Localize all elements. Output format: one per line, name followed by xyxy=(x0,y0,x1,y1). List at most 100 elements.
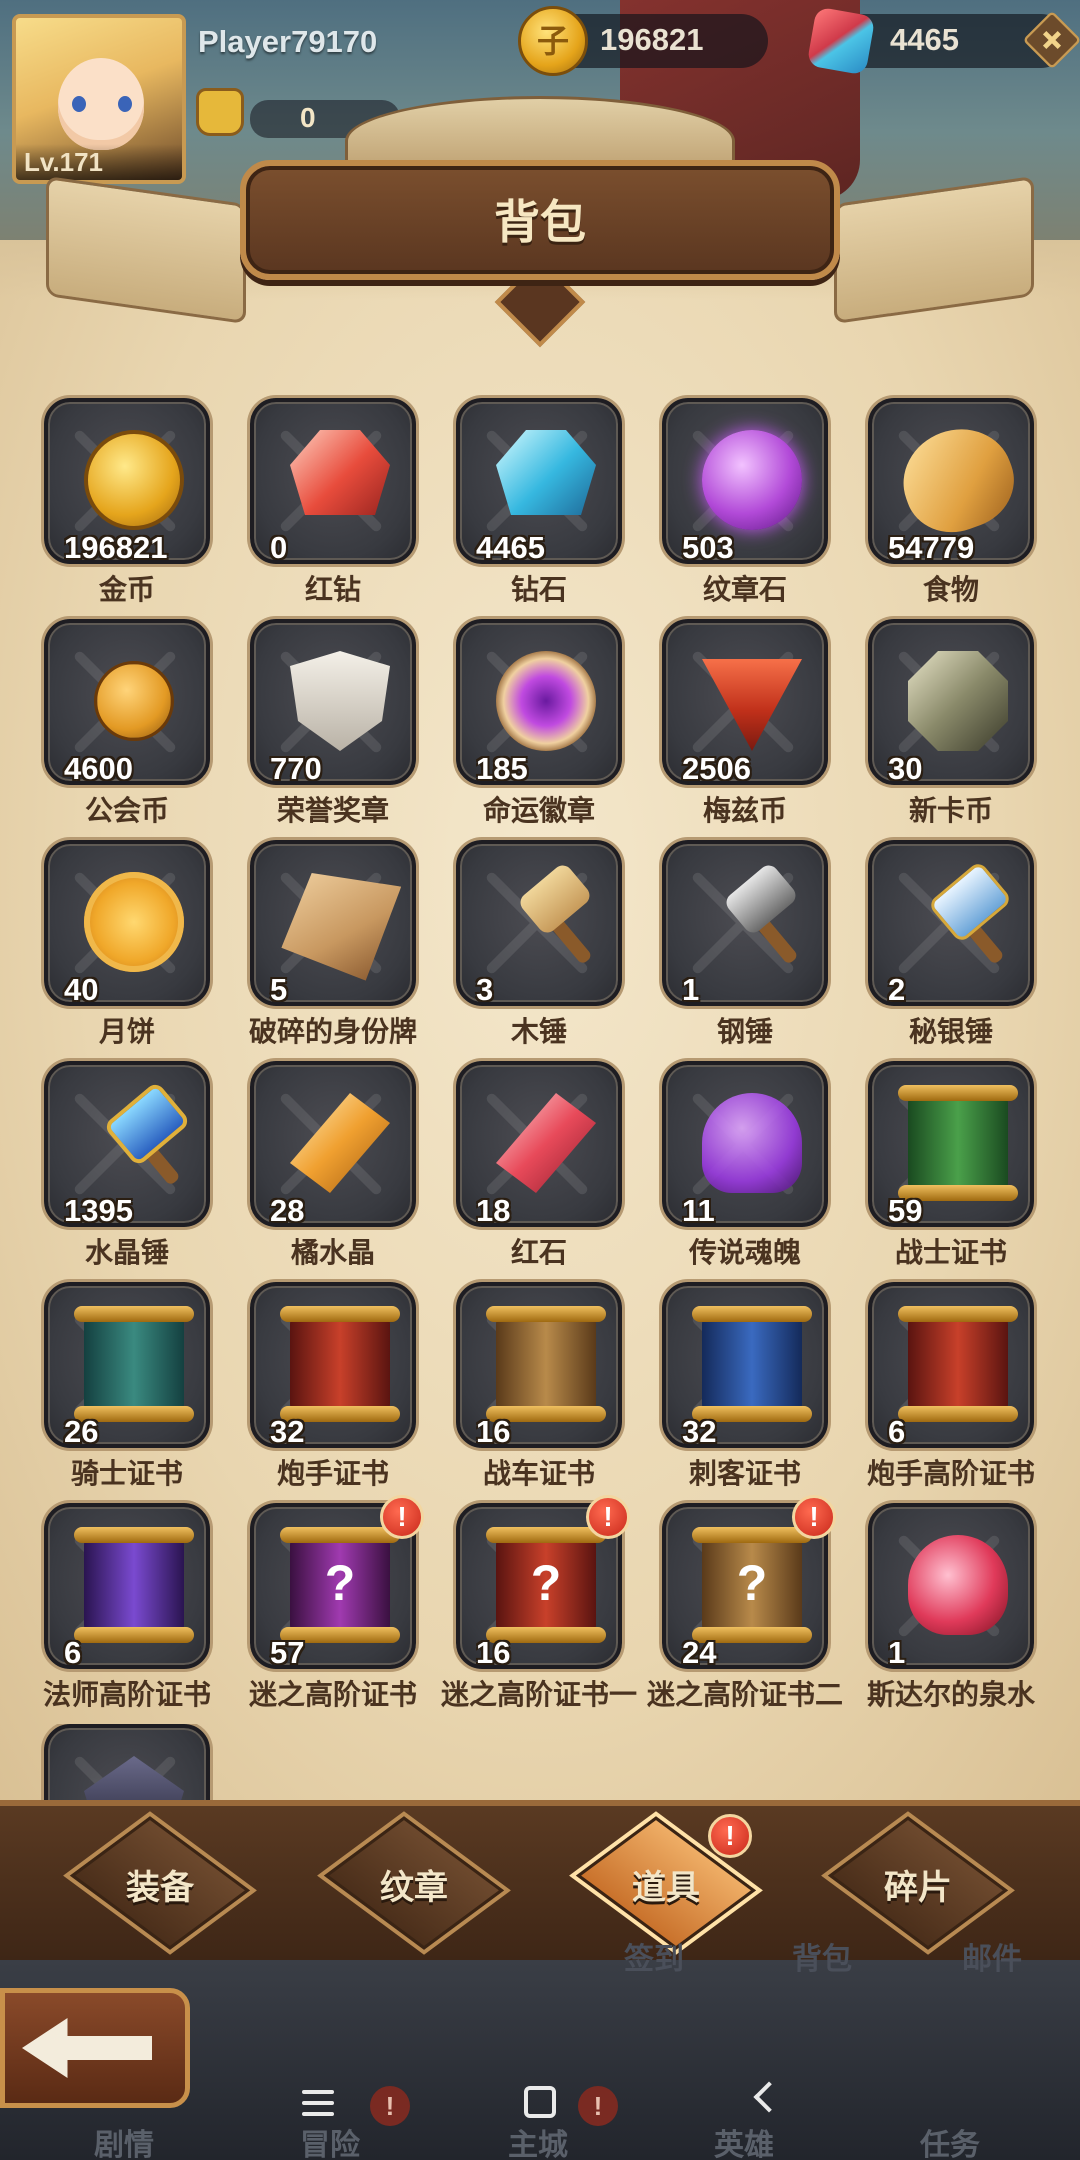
item-count: 16 xyxy=(476,1635,511,1669)
sub-menu-bag[interactable]: 背包 xyxy=(792,1934,852,1978)
item-slot: 196821 xyxy=(44,398,210,564)
inventory-item[interactable]: 185 命运徽章 xyxy=(446,619,652,826)
system-menu-icon[interactable] xyxy=(302,2090,334,2116)
tab-equipment[interactable]: 装备 xyxy=(50,1811,270,1955)
inventory-item[interactable]: 59 战士证书 xyxy=(858,1061,1064,1268)
item-count: 57 xyxy=(270,1635,305,1669)
inventory-item[interactable]: 28 橘水晶 xyxy=(240,1061,446,1268)
player-name: Player79170 xyxy=(198,24,378,59)
item-slot: 11 xyxy=(662,1061,828,1227)
item-count: 0 xyxy=(270,530,288,564)
item-count: 16 xyxy=(476,1414,511,1448)
avatar-eyes xyxy=(72,96,132,112)
inventory-item[interactable]: 503 纹章石 xyxy=(652,398,858,605)
inventory-item[interactable]: 6 炮手高阶证书 xyxy=(858,1282,1064,1489)
inventory-item[interactable]: 6 法师高阶证书 xyxy=(34,1503,240,1710)
inventory-item[interactable]: 3 木锤 xyxy=(446,840,652,1047)
rarity-corner xyxy=(992,522,1030,560)
inventory-item[interactable]: 5 破碎的身份牌 xyxy=(240,840,446,1047)
item-slot: 770 xyxy=(250,619,416,785)
inventory-item[interactable]: 40 月饼 xyxy=(34,840,240,1047)
item-slot: 59 xyxy=(868,1061,1034,1227)
player-avatar[interactable]: Lv.171 xyxy=(12,14,186,184)
item-count: 770 xyxy=(270,751,322,785)
tab-emblem[interactable]: 纹章 xyxy=(304,1811,524,1955)
item-name: 法师高阶证书 xyxy=(42,1679,211,1710)
item-name: 钻石 xyxy=(510,574,567,605)
tab-label: 碎片 xyxy=(884,1869,952,1907)
item-slot: 5 xyxy=(250,840,416,1006)
item-slot: 16 xyxy=(456,1282,622,1448)
sub-menu-signin[interactable]: 签到 xyxy=(624,1934,684,1978)
inventory-item[interactable]: 2506 梅兹币 xyxy=(652,619,858,826)
gold-coin-icon xyxy=(84,430,184,530)
inventory-item[interactable]: 11 传说魂魄 xyxy=(652,1061,858,1268)
gunner-cert-icon xyxy=(280,1306,400,1422)
inventory-item[interactable]: 26 骑士证书 xyxy=(34,1282,240,1489)
tab-label: 纹章 xyxy=(380,1869,448,1907)
rarity-corner xyxy=(786,1627,824,1665)
inventory-item[interactable]: 32 炮手证书 xyxy=(240,1282,446,1489)
rarity-corner xyxy=(992,1627,1030,1665)
chariot-cert-icon xyxy=(486,1306,606,1422)
item-name: 新卡币 xyxy=(908,795,993,826)
item-alert-badge: ! xyxy=(380,1495,424,1539)
inventory-item[interactable]: 1 斯达尔的泉水 xyxy=(858,1503,1064,1710)
system-home-icon[interactable] xyxy=(524,2086,556,2118)
question-mark-icon: ? xyxy=(324,1555,356,1611)
inventory-item[interactable]: ? 16 迷之高阶证书一! xyxy=(441,1495,652,1710)
inventory-item[interactable]: 30 新卡币 xyxy=(858,619,1064,826)
item-name: 破碎的身份牌 xyxy=(248,1016,417,1047)
inventory-item[interactable]: 54779 食物 xyxy=(858,398,1064,605)
item-name: 命运徽章 xyxy=(482,795,595,826)
item-slot: 1 xyxy=(868,1503,1034,1669)
item-slot: 1395 xyxy=(44,1061,210,1227)
rarity-corner xyxy=(992,1185,1030,1223)
inventory-item[interactable]: 196821 金币 xyxy=(34,398,240,605)
inventory-item[interactable]: ? 57 迷之高阶证书! xyxy=(240,1495,446,1710)
item-name: 梅兹币 xyxy=(702,795,787,826)
rarity-corner xyxy=(374,1406,412,1444)
item-count: 4465 xyxy=(476,530,545,564)
crystal-hammer-icon xyxy=(84,1093,184,1193)
item-slot: 18 xyxy=(456,1061,622,1227)
tab-fragments[interactable]: 碎片 xyxy=(808,1811,1028,1955)
guild-coin-icon xyxy=(94,661,174,741)
item-slot: 2506 xyxy=(662,619,828,785)
inventory-item[interactable]: 2 秘银锤 xyxy=(858,840,1064,1047)
item-slot: 40 xyxy=(44,840,210,1006)
rarity-corner xyxy=(374,1185,412,1223)
inventory-item[interactable]: 1395 水晶锤 xyxy=(34,1061,240,1268)
item-name: 木锤 xyxy=(510,1016,567,1047)
item-count: 32 xyxy=(270,1414,305,1448)
sub-menu-mail[interactable]: 邮件 xyxy=(962,1934,1022,1978)
inventory-item[interactable]: 18 红石 xyxy=(446,1061,652,1268)
inventory-item[interactable]: ? 24 迷之高阶证书二! xyxy=(647,1495,858,1710)
inventory-item[interactable]: 32 刺客证书 xyxy=(652,1282,858,1489)
item-count: 5 xyxy=(270,972,288,1006)
rarity-corner xyxy=(580,1185,618,1223)
inventory-item[interactable]: 770 荣誉奖章 xyxy=(240,619,446,826)
item-alert-badge: ! xyxy=(586,1495,630,1539)
item-count: 18 xyxy=(476,1193,511,1227)
warrior-cert-icon xyxy=(898,1085,1018,1201)
mystery-adv-cert-icon: ? xyxy=(280,1527,400,1643)
inventory-item[interactable]: 4600 公会币 xyxy=(34,619,240,826)
rarity-corner xyxy=(786,522,824,560)
spring-water-icon xyxy=(908,1535,1008,1635)
item-count: 1 xyxy=(682,972,700,1006)
item-count: 6 xyxy=(888,1414,906,1448)
rarity-corner xyxy=(374,964,412,1002)
inventory-item[interactable]: 1 钢锤 xyxy=(652,840,858,1047)
item-slot: 30 xyxy=(868,619,1034,785)
inventory-item[interactable]: 0 红钻 xyxy=(240,398,446,605)
inventory-item[interactable]: 16 战车证书 xyxy=(446,1282,652,1489)
mage-adv-cert-icon xyxy=(74,1527,194,1643)
rarity-corner xyxy=(992,964,1030,1002)
rarity-corner xyxy=(168,522,206,560)
inventory-item[interactable]: 4465 钻石 xyxy=(446,398,652,605)
rarity-corner xyxy=(168,1185,206,1223)
item-count: 11 xyxy=(682,1193,715,1227)
item-slot: 32 xyxy=(662,1282,828,1448)
inventory-item[interactable] xyxy=(34,1724,240,1804)
